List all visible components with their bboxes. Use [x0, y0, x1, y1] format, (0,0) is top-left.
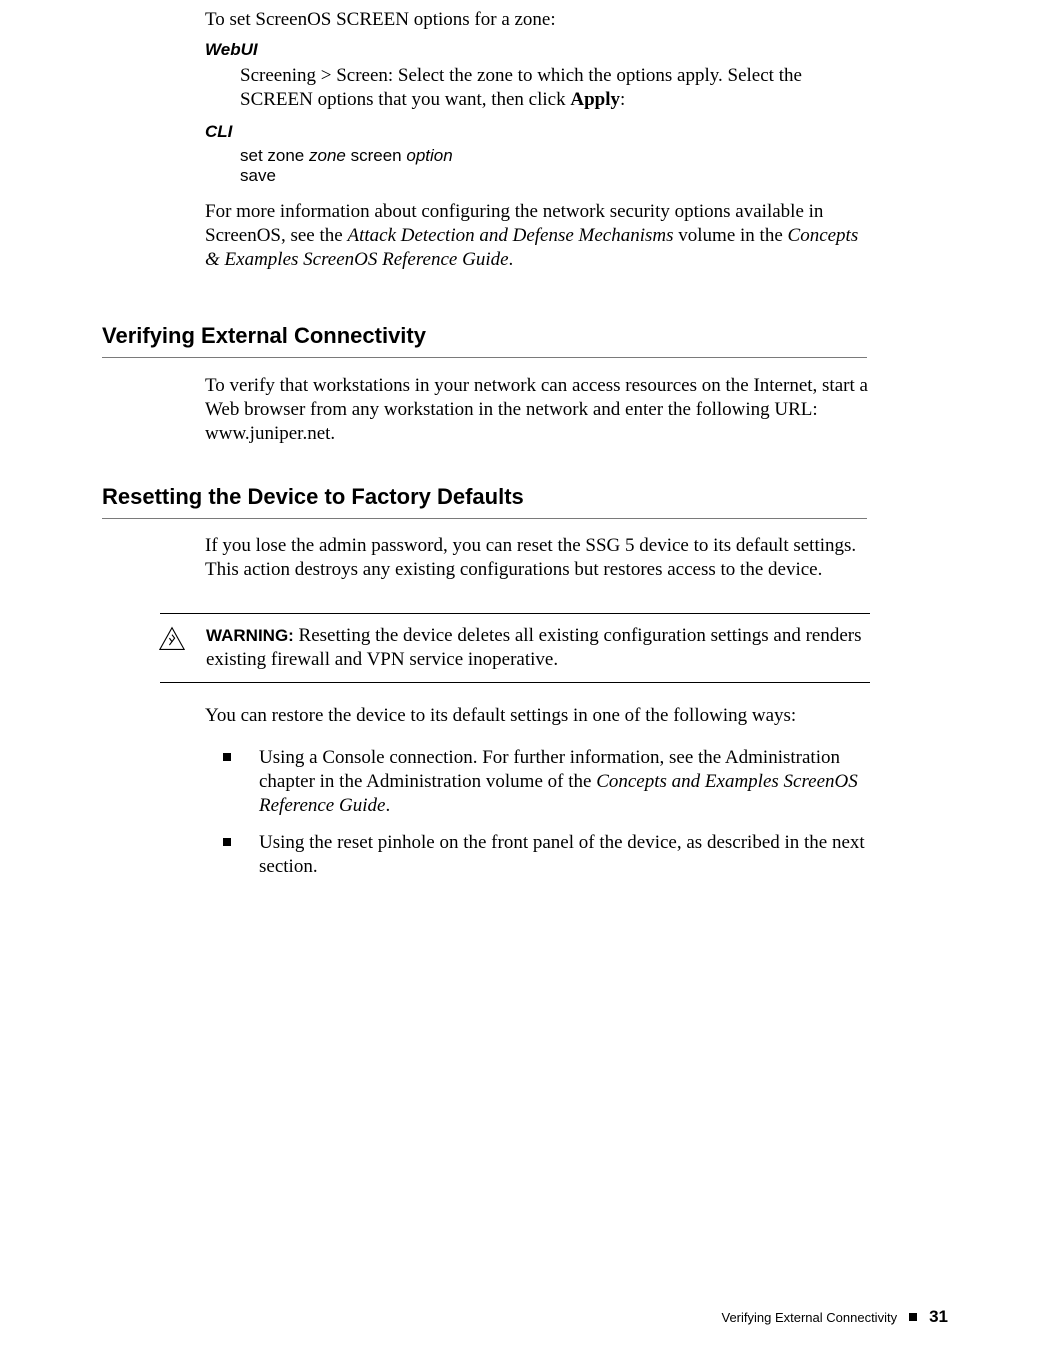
bullet-marker-icon: [223, 838, 231, 846]
heading-rule-1: [102, 357, 867, 358]
cli-set-zone: set zone: [240, 146, 309, 165]
webui-label: WebUI: [205, 40, 870, 60]
bullet-1: Using a Console connection. For further …: [205, 746, 870, 817]
bullet-2-text: Using the reset pinhole on the front pan…: [259, 831, 870, 879]
warning-icon: [158, 626, 186, 652]
reset-para: If you lose the admin password, you can …: [205, 534, 870, 582]
intro-text: To set ScreenOS SCREEN options for a zon…: [205, 8, 870, 32]
restore-line: You can restore the device to its defaul…: [205, 704, 870, 728]
more-info-post: .: [509, 249, 514, 270]
cli-zone-param: zone: [309, 146, 346, 165]
cli-command-save: save: [205, 166, 870, 186]
more-info-ital1: Attack Detection and Defense Mechanisms: [347, 225, 673, 246]
warning-text: WARNING: Resetting the device deletes al…: [160, 624, 870, 672]
footer-separator-icon: [909, 1313, 917, 1321]
more-info-para: For more information about configuring t…: [205, 200, 870, 271]
page-footer: Verifying External Connectivity 31: [721, 1307, 948, 1327]
warning-box: WARNING: Resetting the device deletes al…: [160, 613, 870, 683]
bullet1-post: .: [385, 795, 390, 816]
verify-para: To verify that workstations in your netw…: [205, 374, 870, 445]
webui-apply-word: Apply: [570, 89, 620, 110]
webui-text-pre: Screening > Screen: Select the zone to w…: [240, 65, 802, 110]
heading-verify: Verifying External Connectivity: [102, 323, 867, 349]
heading-rule-2: [102, 518, 867, 519]
cli-screen: screen: [346, 146, 406, 165]
document-page: To set ScreenOS SCREEN options for a zon…: [0, 0, 1050, 1365]
bullet-2: Using the reset pinhole on the front pan…: [205, 831, 870, 879]
bullet-marker-icon: [223, 753, 231, 761]
bullet-1-text: Using a Console connection. For further …: [259, 746, 870, 817]
footer-page-number: 31: [929, 1307, 948, 1327]
footer-title: Verifying External Connectivity: [721, 1310, 897, 1325]
cli-option-param: option: [406, 146, 452, 165]
webui-instructions: Screening > Screen: Select the zone to w…: [205, 64, 870, 112]
cli-label: CLI: [205, 122, 870, 142]
warning-body: Resetting the device deletes all existin…: [206, 625, 862, 670]
webui-text-post: :: [620, 89, 625, 110]
cli-command-set-zone: set zone zone screen option: [205, 146, 870, 166]
heading-reset: Resetting the Device to Factory Defaults: [102, 484, 867, 510]
warning-label: WARNING:: [206, 626, 299, 645]
more-info-mid: volume in the: [674, 225, 788, 246]
